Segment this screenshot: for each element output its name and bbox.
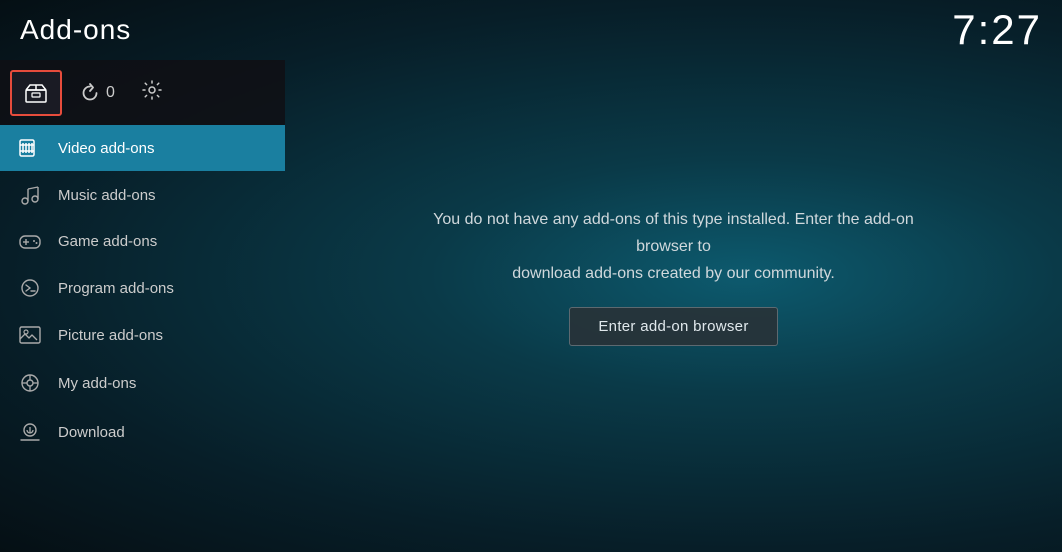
music-icon	[18, 185, 42, 205]
main-content: You do not have any add-ons of this type…	[285, 0, 1062, 552]
picture-icon	[18, 326, 42, 344]
sidebar-item-label: Game add-ons	[58, 233, 157, 250]
sidebar-item-game-addons[interactable]: Game add-ons	[0, 219, 285, 264]
sidebar-item-label: Download	[58, 424, 125, 441]
game-icon	[18, 234, 42, 250]
sidebar-item-label: Video add-ons	[58, 140, 154, 157]
empty-message: You do not have any add-ons of this type…	[414, 206, 934, 288]
sidebar-item-label: Program add-ons	[58, 280, 174, 297]
toolbar: 0	[0, 60, 285, 125]
myaddon-icon	[18, 372, 42, 394]
sidebar-item-my-addons[interactable]: My add-ons	[0, 358, 285, 408]
sidebar-item-label: Picture add-ons	[58, 327, 163, 344]
sidebar-item-download[interactable]: Download	[0, 408, 285, 456]
refresh-button[interactable]: 0	[72, 75, 123, 111]
refresh-count: 0	[106, 84, 115, 102]
enter-browser-button[interactable]: Enter add-on browser	[569, 307, 777, 346]
page-title: Add-ons	[20, 14, 131, 46]
clock: 7:27	[952, 6, 1042, 54]
settings-button[interactable]	[133, 71, 171, 114]
sidebar-item-picture-addons[interactable]: Picture add-ons	[0, 312, 285, 358]
sidebar-item-music-addons[interactable]: Music add-ons	[0, 171, 285, 219]
sidebar-item-label: Music add-ons	[58, 187, 156, 204]
gear-icon	[141, 79, 163, 101]
video-icon	[18, 139, 42, 157]
program-icon	[18, 278, 42, 298]
sidebar-item-video-addons[interactable]: Video add-ons	[0, 125, 285, 171]
addon-box-button[interactable]	[10, 70, 62, 116]
refresh-icon	[80, 83, 100, 103]
addon-box-icon	[25, 83, 47, 103]
sidebar-item-label: My add-ons	[58, 375, 136, 392]
download-icon	[18, 422, 42, 442]
header: Add-ons 7:27	[0, 0, 1062, 60]
navigation: Video add-ons Music add-ons Game add-ons	[0, 125, 285, 456]
sidebar-item-program-addons[interactable]: Program add-ons	[0, 264, 285, 312]
